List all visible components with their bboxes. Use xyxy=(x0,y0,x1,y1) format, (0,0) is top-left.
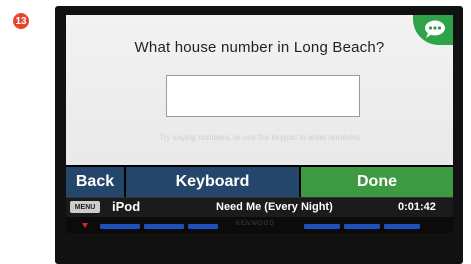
brand-logo: KENWOOD xyxy=(236,221,275,227)
prompt-hint: Try saying numbers, or use the keypad to… xyxy=(159,133,360,142)
keyboard-button[interactable]: Keyboard xyxy=(126,167,299,197)
track-title: Need Me (Every Night) xyxy=(216,201,333,213)
back-button[interactable]: Back xyxy=(66,167,124,197)
head-unit-screen: What house number in Long Beach? Try say… xyxy=(66,15,453,233)
now-playing-bar: MENU iPod Need Me (Every Night) 0:01:42 xyxy=(66,197,453,218)
hardware-button[interactable] xyxy=(100,224,140,229)
done-button[interactable]: Done xyxy=(301,167,453,197)
voice-prompt-panel: What house number in Long Beach? Try say… xyxy=(66,15,453,165)
hardware-button[interactable] xyxy=(344,224,380,229)
hardware-button[interactable] xyxy=(384,224,420,229)
source-label: iPod xyxy=(112,199,141,214)
power-indicator-icon xyxy=(82,223,88,228)
hardware-button-strip: KENWOOD xyxy=(66,217,453,233)
house-number-input[interactable] xyxy=(166,75,360,117)
prompt-question: What house number in Long Beach? xyxy=(134,39,385,56)
menu-button[interactable]: MENU xyxy=(70,201,100,213)
hardware-button[interactable] xyxy=(304,224,340,229)
hardware-button[interactable] xyxy=(144,224,184,229)
hardware-button[interactable] xyxy=(188,224,218,229)
action-button-row: Back Keyboard Done xyxy=(66,167,453,197)
speech-bubble-icon xyxy=(425,20,445,38)
track-time: 0:01:42 xyxy=(398,201,436,213)
step-number-badge: 13 xyxy=(13,13,29,29)
